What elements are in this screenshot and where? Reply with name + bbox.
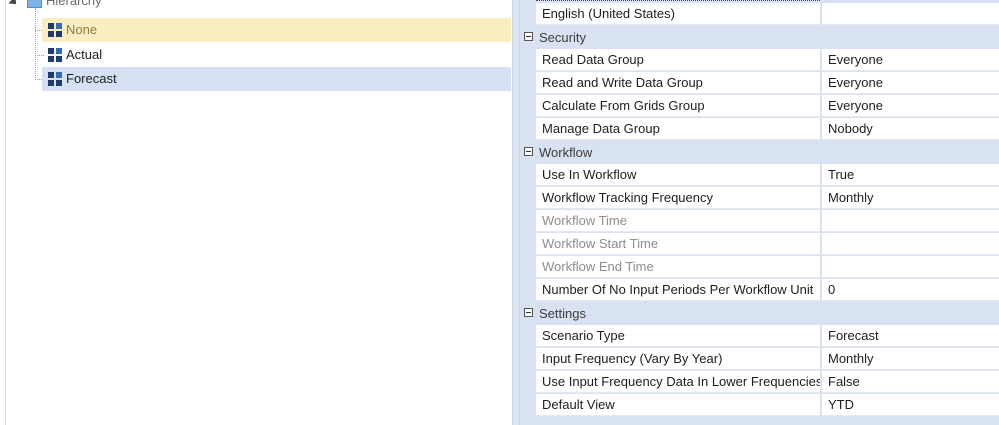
- collapse-minus-icon[interactable]: [524, 308, 533, 317]
- property-row[interactable]: Workflow Tracking Frequency Monthly: [520, 187, 999, 210]
- property-name: Workflow End Time: [536, 256, 820, 278]
- tree-root-hierarchy[interactable]: Hierarchy: [0, 0, 200, 14]
- property-value: [822, 233, 999, 255]
- property-name: Read and Write Data Group: [536, 72, 820, 94]
- property-name: Number Of No Input Periods Per Workflow …: [536, 279, 820, 301]
- collapse-minus-icon[interactable]: [524, 147, 533, 156]
- property-name: Workflow Time: [536, 210, 820, 232]
- property-name: Workflow Start Time: [536, 233, 820, 255]
- property-name: Manage Data Group: [536, 118, 820, 140]
- property-value[interactable]: Everyone: [822, 49, 999, 71]
- category-workflow[interactable]: Workflow: [520, 141, 999, 164]
- property-name: Calculate From Grids Group: [536, 95, 820, 117]
- cube-member-icon: [48, 48, 62, 62]
- property-row[interactable]: Use Input Frequency Data In Lower Freque…: [520, 371, 999, 394]
- property-value[interactable]: Nobody: [822, 118, 999, 140]
- property-value[interactable]: YTD: [822, 394, 999, 416]
- tree-connector: [35, 8, 36, 78]
- property-value[interactable]: Everyone: [822, 72, 999, 94]
- property-name: Use In Workflow: [536, 164, 820, 186]
- tree-root-label: Hierarchy: [46, 0, 102, 8]
- property-row[interactable]: Number Of No Input Periods Per Workflow …: [520, 279, 999, 302]
- property-value[interactable]: [822, 3, 999, 25]
- category-title: Settings: [539, 306, 586, 321]
- property-name: Default View: [536, 394, 820, 416]
- tree-item-none[interactable]: None: [42, 18, 511, 42]
- property-row[interactable]: Read Data Group Everyone: [520, 49, 999, 72]
- property-value[interactable]: 0: [822, 279, 999, 301]
- property-name: Read Data Group: [536, 49, 820, 71]
- cube-member-icon: [48, 23, 62, 37]
- property-row[interactable]: Scenario Type Forecast: [520, 325, 999, 348]
- property-row[interactable]: Use In Workflow True: [520, 164, 999, 187]
- property-value: [822, 256, 999, 278]
- collapse-minus-icon[interactable]: [524, 32, 533, 41]
- folder-icon: [27, 0, 42, 8]
- property-name: Use Input Frequency Data In Lower Freque…: [536, 371, 820, 393]
- property-row[interactable]: Calculate From Grids Group Everyone: [520, 95, 999, 118]
- category-title: Workflow: [539, 145, 593, 160]
- hierarchy-tree-pane: Hierarchy None Actual Forecast: [0, 0, 512, 425]
- property-row[interactable]: Read and Write Data Group Everyone: [520, 72, 999, 95]
- property-row[interactable]: Manage Data Group Nobody: [520, 118, 999, 141]
- pane-splitter[interactable]: [512, 0, 520, 425]
- property-value[interactable]: Monthly: [822, 348, 999, 370]
- property-value: [822, 210, 999, 232]
- expanded-triangle-icon[interactable]: [8, 0, 20, 8]
- tree-border: [5, 0, 6, 425]
- property-row[interactable]: English (United States): [520, 0, 999, 26]
- category-security[interactable]: Security: [520, 26, 999, 49]
- property-value[interactable]: Everyone: [822, 95, 999, 117]
- property-row: Workflow Time: [520, 210, 999, 233]
- tree-item-label: None: [66, 22, 98, 37]
- property-name: Workflow Tracking Frequency: [536, 187, 820, 209]
- property-value[interactable]: False: [822, 371, 999, 393]
- property-grid: English (United States) Security Read Da…: [520, 0, 999, 425]
- property-value[interactable]: Monthly: [822, 187, 999, 209]
- tree-item-actual[interactable]: Actual: [42, 43, 511, 67]
- property-row[interactable]: Default View YTD: [520, 394, 999, 417]
- category-settings[interactable]: Settings: [520, 302, 999, 325]
- property-row: Workflow Start Time: [520, 233, 999, 256]
- cube-member-icon: [48, 72, 62, 86]
- property-value[interactable]: Forecast: [822, 325, 999, 347]
- property-value[interactable]: True: [822, 164, 999, 186]
- tree-item-label: Forecast: [66, 71, 117, 86]
- tree-item-label: Actual: [66, 47, 103, 62]
- property-name: English (United States): [536, 3, 820, 25]
- focus-border: [536, 0, 820, 1]
- property-name: Input Frequency (Vary By Year): [536, 348, 820, 370]
- category-title: Security: [539, 30, 586, 45]
- tree-item-forecast[interactable]: Forecast: [42, 67, 511, 91]
- property-row: Workflow End Time: [520, 256, 999, 279]
- property-name: Scenario Type: [536, 325, 820, 347]
- property-row[interactable]: Input Frequency (Vary By Year) Monthly: [520, 348, 999, 371]
